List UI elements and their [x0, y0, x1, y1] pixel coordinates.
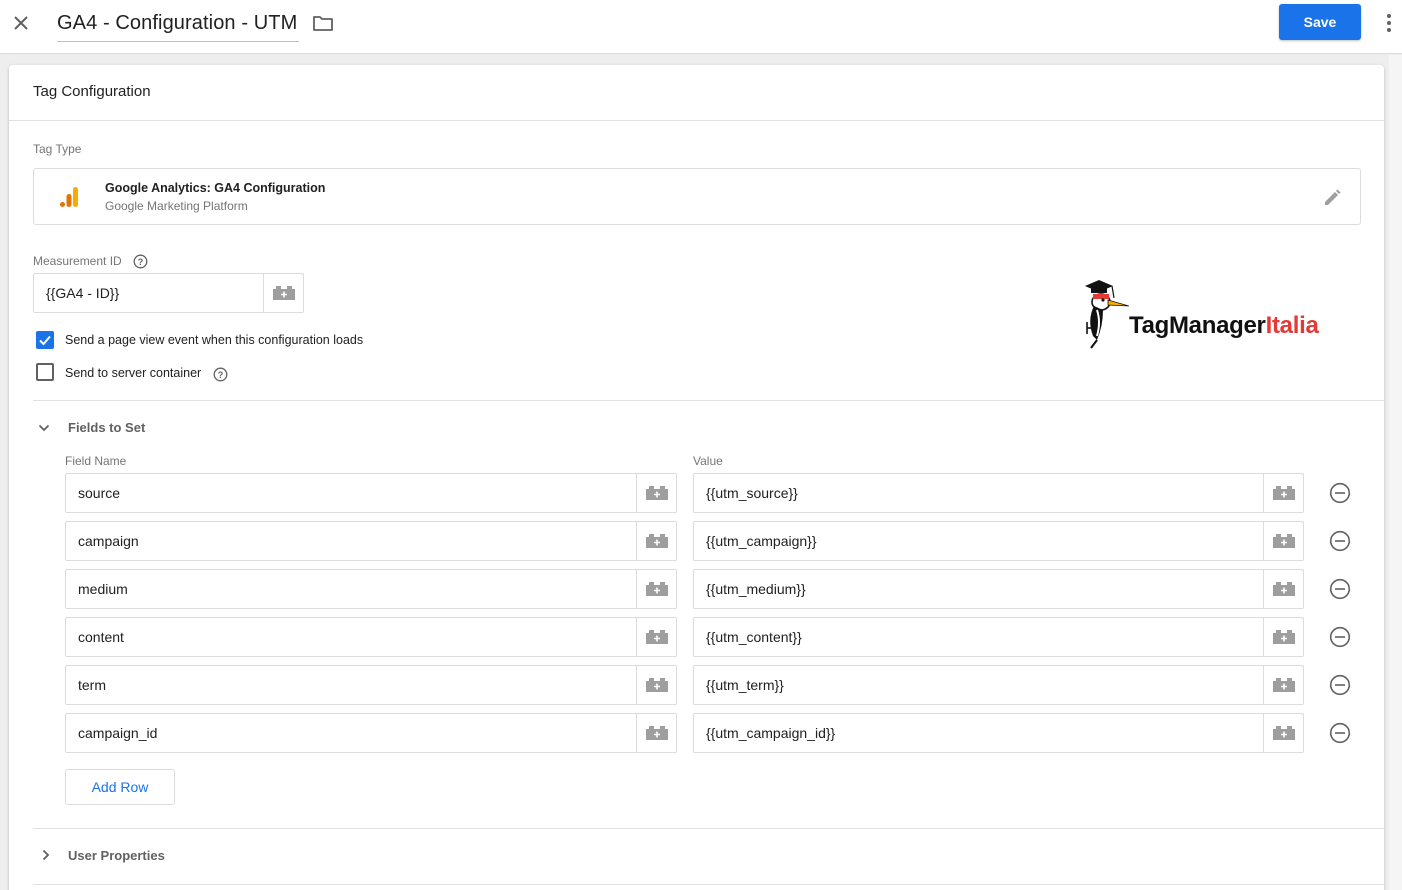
field-value-value: {{utm_source}}	[706, 485, 798, 501]
tag-type-label: Tag Type	[33, 142, 82, 156]
user-properties-title[interactable]: User Properties	[68, 848, 165, 863]
field-value-value: {{utm_term}}	[706, 677, 784, 693]
field-name-value: campaign_id	[78, 725, 158, 741]
help-icon[interactable]: ?	[133, 254, 148, 269]
remove-row-icon[interactable]	[1329, 626, 1351, 648]
variable-picker-icon[interactable]	[1263, 570, 1304, 608]
server-container-label: Send to server container	[65, 366, 202, 380]
field-value-input[interactable]: {{utm_campaign_id}}	[693, 713, 1304, 753]
variable-picker-icon[interactable]	[636, 522, 677, 560]
server-container-checkbox[interactable]	[36, 363, 54, 381]
logo-text: TagManagerItalia	[1129, 312, 1319, 340]
close-icon[interactable]	[10, 12, 32, 34]
field-name-input[interactable]: campaign_id	[65, 713, 677, 753]
remove-row-icon[interactable]	[1329, 482, 1351, 504]
tag-type-selector[interactable]: Google Analytics: GA4 Configuration Goog…	[33, 168, 1361, 225]
tagmanageritalia-logo: TagManagerItalia	[1079, 278, 1349, 350]
field-name-column-header: Field Name	[65, 454, 127, 468]
section-divider	[33, 828, 1384, 829]
remove-row-icon[interactable]	[1329, 674, 1351, 696]
card-header: Tag Configuration	[9, 65, 1384, 121]
remove-row-icon[interactable]	[1329, 530, 1351, 552]
logo-text-main: TagManager	[1129, 312, 1266, 339]
field-name-value: medium	[78, 581, 128, 597]
tag-type-provider: Google Marketing Platform	[105, 199, 248, 213]
variable-picker-icon[interactable]	[1263, 618, 1304, 656]
field-value-value: {{utm_campaign}}	[706, 533, 817, 549]
logo-text-accent: Italia	[1265, 312, 1319, 339]
page-view-label: Send a page view event when this configu…	[65, 333, 364, 347]
field-value-input[interactable]: {{utm_term}}	[693, 665, 1304, 705]
field-value-input[interactable]: {{utm_content}}	[693, 617, 1304, 657]
fields-to-set-title[interactable]: Fields to Set	[68, 420, 145, 435]
variable-picker-icon[interactable]	[1263, 666, 1304, 704]
variable-picker-icon[interactable]	[1263, 522, 1304, 560]
variable-picker-icon[interactable]	[263, 274, 304, 312]
svg-text:?: ?	[218, 370, 224, 380]
tag-type-name: Google Analytics: GA4 Configuration	[105, 181, 326, 195]
field-name-value: term	[78, 677, 106, 693]
scrollbar[interactable]	[1389, 55, 1402, 890]
field-value-input[interactable]: {{utm_campaign}}	[693, 521, 1304, 561]
measurement-id-value: {{GA4 - ID}}	[46, 285, 120, 301]
chevron-right-icon[interactable]	[39, 848, 53, 862]
variable-picker-icon[interactable]	[636, 714, 677, 752]
top-bar: GA4 - Configuration - UTM Save	[0, 0, 1402, 54]
field-name-input[interactable]: source	[65, 473, 677, 513]
tag-name-field[interactable]: GA4 - Configuration - UTM	[57, 10, 300, 42]
chevron-down-icon[interactable]	[37, 421, 51, 435]
tag-configuration-card: Tag Configuration Tag Type Google Analyt…	[9, 65, 1384, 890]
google-analytics-icon	[60, 187, 80, 209]
tag-name-text: GA4 - Configuration - UTM	[57, 12, 298, 34]
field-value-input[interactable]: {{utm_source}}	[693, 473, 1304, 513]
variable-picker-icon[interactable]	[636, 570, 677, 608]
svg-text:?: ?	[138, 257, 144, 267]
save-button[interactable]: Save	[1279, 4, 1361, 40]
value-column-header: Value	[693, 454, 723, 468]
field-name-input[interactable]: campaign	[65, 521, 677, 561]
field-name-input[interactable]: term	[65, 665, 677, 705]
field-name-value: campaign	[78, 533, 139, 549]
field-name-input[interactable]: content	[65, 617, 677, 657]
page-view-checkbox[interactable]	[36, 331, 54, 349]
remove-row-icon[interactable]	[1329, 722, 1351, 744]
field-name-value: content	[78, 629, 124, 645]
variable-picker-icon[interactable]	[1263, 714, 1304, 752]
card-title: Tag Configuration	[33, 83, 151, 100]
measurement-id-label: Measurement ID	[33, 254, 122, 268]
add-row-button[interactable]: Add Row	[65, 769, 175, 805]
field-name-input[interactable]: medium	[65, 569, 677, 609]
more-vert-icon[interactable]	[1380, 11, 1398, 35]
variable-picker-icon[interactable]	[636, 666, 677, 704]
field-value-value: {{utm_campaign_id}}	[706, 725, 836, 741]
section-divider	[33, 884, 1384, 885]
field-value-input[interactable]: {{utm_medium}}	[693, 569, 1304, 609]
field-value-value: {{utm_medium}}	[706, 581, 806, 597]
variable-picker-icon[interactable]	[636, 618, 677, 656]
pencil-icon[interactable]	[1322, 188, 1342, 208]
variable-picker-icon[interactable]	[1263, 474, 1304, 512]
section-divider	[33, 400, 1384, 401]
remove-row-icon[interactable]	[1329, 578, 1351, 600]
field-name-value: source	[78, 485, 121, 501]
folder-icon[interactable]	[312, 12, 334, 34]
help-icon[interactable]: ?	[213, 367, 228, 382]
measurement-id-input[interactable]: {{GA4 - ID}}	[33, 273, 304, 313]
field-value-value: {{utm_content}}	[706, 629, 802, 645]
variable-picker-icon[interactable]	[636, 474, 677, 512]
